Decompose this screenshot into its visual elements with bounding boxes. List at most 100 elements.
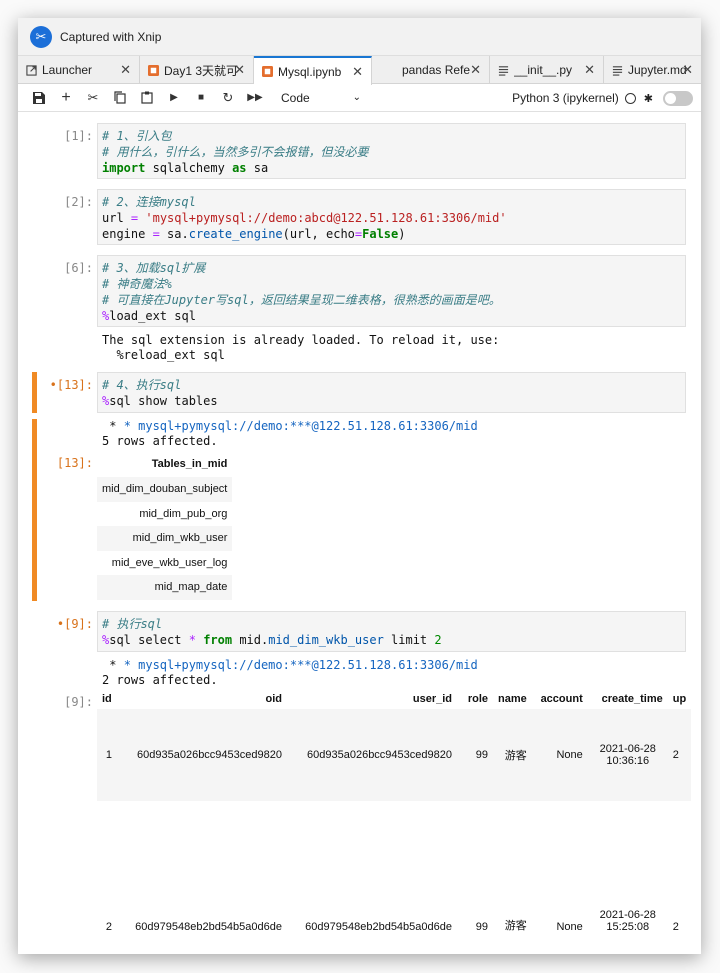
run-button[interactable]: ▶: [163, 87, 185, 109]
input-prompt: •[13]:: [49, 378, 93, 392]
tab-init-py[interactable]: __init__.py ✕: [490, 56, 604, 84]
column-header: user_id: [412, 693, 452, 705]
code-editor[interactable]: # 2、连接mysql url = 'mysql+pymysql://demo:a…: [97, 189, 686, 245]
column-header: oid: [265, 693, 283, 705]
table-cell: 60d935a026bcc9453ced9820: [117, 709, 287, 801]
close-icon[interactable]: ✕: [117, 62, 131, 78]
cell-output: * * mysql+pymysql://demo:***@122.51.128.…: [102, 658, 478, 688]
code-line: %sql select * from mid.mid_dim_wkb_user …: [102, 633, 442, 647]
output-line: * * mysql+pymysql://demo:***@122.51.128.…: [102, 658, 478, 672]
output-line: 5 rows affected.: [102, 434, 218, 448]
file-icon: [498, 65, 509, 76]
close-icon[interactable]: ✕: [349, 63, 363, 80]
add-cell-button[interactable]: +: [55, 87, 77, 109]
result-table: Tables_in_mid mid_dim_douban_subject mid_…: [97, 450, 233, 600]
tab-mysql-notebook[interactable]: Mysql.ipynb ✕: [254, 56, 372, 85]
column-header: name: [498, 693, 527, 705]
code-editor[interactable]: # 1、引入包 # 用什么，引什么，当然多引不会报错，但没必要 import sql…: [97, 123, 686, 179]
table-row: mid_dim_pub_org: [97, 502, 232, 527]
tab-bar: Launcher ✕ Day1 3天就可 ✕ Mysql.ipynb ✕ pan…: [18, 56, 701, 85]
table-cell: 游客: [493, 709, 532, 801]
table-cell: 60d979548eb2bd54b5a0d6de: [305, 921, 452, 933]
close-icon[interactable]: ✕: [467, 62, 481, 78]
table-row: mid_map_date: [97, 575, 233, 600]
tab-pandas-reference[interactable]: pandas Refe ✕: [372, 56, 490, 84]
play-icon: ▶: [170, 92, 178, 103]
table-cell: None: [531, 709, 588, 801]
table-cell: mid_dim_douban_subject: [97, 477, 233, 502]
cut-button[interactable]: ✂: [82, 87, 104, 109]
close-icon[interactable]: ✕: [231, 62, 245, 78]
input-prompt: [2]:: [64, 195, 93, 209]
code-line: # 3、加载sql扩展: [102, 261, 206, 275]
code-line: engine = sa.create_engine(url, echo=Fals…: [102, 227, 406, 241]
code-line: %load_ext sql: [102, 309, 196, 323]
plus-icon: +: [61, 88, 71, 106]
scissors-icon: ✂: [87, 89, 99, 105]
input-prompt: •[9]:: [56, 617, 93, 631]
output-line: 2 rows affected.: [102, 673, 218, 687]
stop-icon: ■: [197, 92, 205, 103]
debugger-toggle[interactable]: [663, 90, 693, 106]
save-button[interactable]: [28, 87, 50, 109]
xnip-logo-icon: ✂: [30, 25, 52, 48]
output-prompt: [13]:: [56, 456, 93, 470]
table-cell: mid_dim_wkb_user: [97, 526, 233, 551]
input-prompt: [6]:: [64, 261, 93, 275]
tab-launcher[interactable]: Launcher ✕: [18, 56, 140, 84]
cell-type-select[interactable]: Code ⌄: [281, 91, 361, 105]
table-cell: 99: [457, 709, 493, 801]
code-editor[interactable]: # 执行sql %sql select * from mid.mid_dim_wk…: [97, 611, 686, 652]
output-line: * * mysql+pymysql://demo:***@122.51.128.…: [102, 419, 478, 433]
output-line: The sql extension is already loaded. To …: [102, 333, 500, 347]
copy-button[interactable]: [109, 87, 131, 109]
cell-output: The sql extension is already loaded. To …: [102, 333, 499, 363]
cell-collapser[interactable]: [32, 372, 37, 413]
table-cell: 2021-06-28 10:36:16: [587, 709, 668, 801]
kernel-status: Python 3 (ipykernel) ✱: [512, 84, 693, 112]
chevron-down-icon: ⌄: [352, 92, 361, 103]
code-line: url = 'mysql+pymysql://demo:abcd@122.51.…: [102, 211, 507, 225]
code-line: # 执行sql: [102, 617, 163, 631]
table-cell: 2: [672, 921, 679, 933]
code-line: %sql show tables: [102, 394, 218, 408]
notebook-icon: [262, 66, 273, 77]
table-row: 2 60d979548eb2bd54b5a0d6de 60d979548eb2bd5…: [97, 801, 691, 937]
cell-output: * * mysql+pymysql://demo:***@122.51.128.…: [102, 419, 478, 449]
cell-type-value: Code: [281, 90, 310, 105]
code-editor[interactable]: # 4、执行sql %sql show tables: [97, 372, 686, 413]
tab-jupyter-md[interactable]: Jupyter.md ✕: [604, 56, 701, 84]
output-line: %reload_ext sql: [102, 348, 225, 362]
table-cell: 99: [475, 921, 488, 933]
notebook-toolbar: + ✂ ▶ ■ ↻ ▶▶ Code ⌄ Python 3 (ipykernel)…: [18, 84, 701, 112]
stop-button[interactable]: ■: [190, 87, 212, 109]
paste-button[interactable]: [136, 87, 158, 109]
restart-run-all-button[interactable]: ▶▶: [244, 87, 266, 109]
code-line: # 用什么，引什么，当然多引不会报错，但没必要: [102, 145, 369, 159]
close-icon[interactable]: ✕: [679, 62, 693, 78]
restart-button[interactable]: ↻: [217, 87, 239, 109]
column-header: Tables_in_mid: [151, 457, 228, 470]
result-table: id oid user_id role name account create_time up…: [97, 689, 692, 937]
table-row: 1 60d935a026bcc9453ced9820 60d935a026bcc94…: [97, 709, 692, 801]
table-cell: mid_eve_wkb_user_log: [111, 556, 228, 569]
column-header: id: [102, 693, 112, 705]
paste-icon: [141, 91, 153, 104]
output-collapser[interactable]: [32, 419, 37, 601]
code-editor[interactable]: # 3、加载sql扩展 # 神奇魔法% # 可直接在Jupyter写sql，返回结果…: [97, 255, 686, 327]
table-row: mid_dim_douban_subject: [97, 477, 233, 502]
table-cell: 2021-06-28 15:25:08: [588, 801, 668, 937]
kernel-name[interactable]: Python 3 (ipykernel): [512, 91, 619, 105]
debugger-icon[interactable]: ✱: [644, 92, 653, 105]
code-line: # 4、执行sql: [102, 378, 182, 392]
title-bar: ✂ Captured with Xnip: [18, 18, 701, 56]
close-icon[interactable]: ✕: [581, 62, 595, 78]
table-cell: 2: [105, 921, 112, 933]
time-text: 15:25:08: [606, 921, 650, 933]
code-line: # 可直接在Jupyter写sql，返回结果呈现二维表格，很熟悉的画面是吧。: [102, 293, 501, 307]
table-cell: 60d979548eb2bd54b5a0d6de: [135, 921, 282, 933]
tab-day1[interactable]: Day1 3天就可 ✕: [140, 56, 254, 84]
code-line: # 2、连接mysql: [102, 195, 196, 209]
app-window: ✂ Captured with Xnip Launcher ✕ Day1 3天就…: [18, 18, 701, 954]
table-cell: 1: [97, 709, 117, 801]
